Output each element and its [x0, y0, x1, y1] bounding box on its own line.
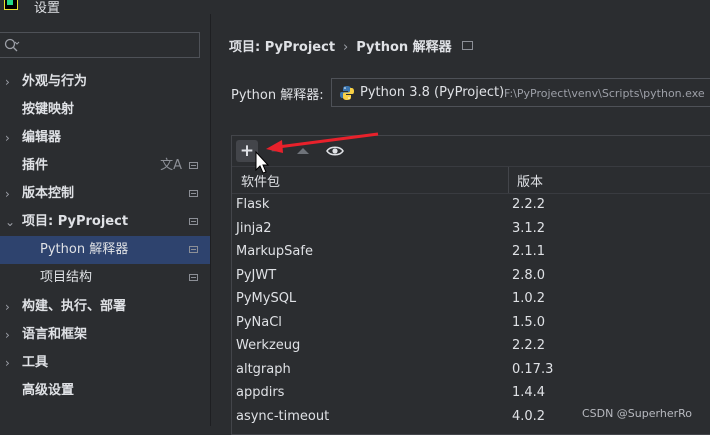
package-version: 0.17.3 — [512, 361, 554, 377]
table-row[interactable]: MarkupSafe 2.1.1 — [232, 241, 710, 265]
column-header-version[interactable]: 版本 — [517, 171, 543, 190]
sidebar-item-label: 按键映射 — [22, 102, 75, 117]
show-early-releases-button[interactable] — [324, 140, 346, 162]
package-version: 1.4.4 — [512, 385, 546, 400]
packages-toolbar: + − — [232, 136, 710, 166]
package-name: appdirs — [236, 385, 285, 400]
table-row[interactable]: PyNaCl 1.5.0 — [232, 312, 710, 336]
add-package-button[interactable]: + — [236, 140, 258, 162]
settings-sidebar: › 外观与行为 按键映射 › 编辑器 插件 文A › 版本控制 ⌄ 项目: Py… — [0, 14, 210, 426]
project-settings-icon — [189, 190, 198, 197]
eye-icon — [326, 146, 344, 156]
chevron-right-icon: › — [5, 300, 10, 314]
package-version: 1.5.0 — [512, 314, 546, 330]
breadcrumb-page: Python 解释器 — [356, 40, 452, 55]
sidebar-item-languages-frameworks[interactable]: › 语言和框架 — [0, 321, 210, 349]
interpreter-label: Python 解释器: — [231, 88, 324, 103]
sidebar-item-appearance[interactable]: › 外观与行为 — [0, 68, 210, 96]
package-version: 1.0.2 — [512, 291, 546, 306]
sidebar-item-label: 编辑器 — [22, 130, 62, 145]
project-settings-icon — [461, 41, 473, 50]
package-name: PyJWT — [236, 267, 277, 283]
packages-panel: + − 软件包 版本 Flask 2.2.2 Jinja2 3.1.2 Markup… — [231, 135, 710, 435]
chevron-right-icon: › — [5, 131, 10, 145]
sidebar-item-label: 项目结构 — [40, 270, 93, 285]
sidebar-item-plugins[interactable]: 插件 文A — [0, 152, 210, 180]
project-settings-icon — [189, 162, 198, 169]
project-settings-icon — [189, 274, 198, 281]
settings-content: 项目: PyProject › Python 解释器 Python 解释器: Pyt… — [211, 14, 710, 435]
title-bar: 设置 — [0, 0, 710, 16]
column-header-package[interactable]: 软件包 — [241, 171, 280, 190]
package-name: Flask — [236, 197, 270, 212]
sidebar-item-editor[interactable]: › 编辑器 — [0, 124, 210, 152]
sidebar-item-label: 工具 — [22, 355, 49, 370]
package-name: PyMySQL — [236, 291, 297, 306]
sidebar-item-project-structure[interactable]: 项目结构 — [0, 264, 210, 292]
sidebar-item-label: 项目: PyProject — [22, 214, 129, 229]
sidebar-item-build-execution-deployment[interactable]: › 构建、执行、部署 — [0, 293, 210, 321]
upgrade-package-button[interactable] — [292, 140, 314, 162]
triangle-up-icon — [297, 148, 309, 154]
interpreter-name: Python 3.8 (PyProject) — [360, 85, 505, 100]
table-row[interactable]: Werkzeug 2.2.2 — [232, 335, 710, 359]
table-row[interactable]: PyJWT 2.8.0 — [232, 265, 710, 289]
chevron-right-icon: › — [5, 75, 10, 89]
package-name: Werkzeug — [236, 338, 301, 353]
pycharm-app-icon — [4, 0, 18, 10]
chevron-down-icon: ⌄ — [5, 215, 16, 229]
table-row[interactable]: Flask 2.2.2 — [232, 194, 710, 218]
chevron-right-icon: › — [5, 328, 10, 342]
package-name: Jinja2 — [236, 220, 272, 236]
sidebar-item-version-control[interactable]: › 版本控制 — [0, 180, 210, 208]
package-version: 2.1.1 — [512, 244, 546, 259]
package-name: PyNaCl — [236, 314, 282, 330]
breadcrumb: 项目: PyProject › Python 解释器 — [229, 36, 473, 55]
package-name: altgraph — [236, 361, 291, 377]
sidebar-item-label: 插件 — [22, 158, 49, 173]
table-row[interactable]: altgraph 0.17.3 — [232, 359, 710, 383]
package-name: async-timeout — [236, 408, 330, 424]
project-settings-icon — [189, 218, 198, 225]
sidebar-item-keymap[interactable]: 按键映射 — [0, 96, 210, 124]
sidebar-item-tools[interactable]: › 工具 — [0, 349, 210, 377]
package-version: 2.2.2 — [512, 338, 546, 353]
settings-search-input[interactable] — [0, 32, 200, 58]
sidebar-item-advanced-settings[interactable]: 高级设置 — [0, 377, 210, 405]
breadcrumb-separator: › — [343, 40, 349, 55]
sidebar-item-label: 语言和框架 — [22, 327, 88, 342]
chevron-right-icon: › — [5, 187, 10, 201]
sidebar-item-label: 构建、执行、部署 — [22, 299, 127, 314]
package-version: 2.2.2 — [512, 197, 546, 212]
package-version: 4.0.2 — [512, 408, 546, 424]
translate-icon: 文A — [160, 158, 182, 173]
breadcrumb-project: 项目: PyProject — [229, 40, 336, 55]
sidebar-item-label: 高级设置 — [22, 383, 75, 398]
packages-table-header: 软件包 版本 — [232, 166, 710, 194]
interpreter-path: F:\PyProject\venv\Scripts\python.exe — [504, 87, 705, 100]
table-row[interactable]: appdirs 1.4.4 — [232, 382, 710, 406]
python-icon — [340, 86, 354, 100]
column-separator[interactable] — [508, 167, 509, 193]
sidebar-item-label: 外观与行为 — [22, 74, 88, 89]
table-row[interactable]: PyMySQL 1.0.2 — [232, 288, 710, 312]
sidebar-item-project[interactable]: ⌄ 项目: PyProject — [0, 208, 210, 236]
sidebar-item-label: Python 解释器 — [40, 242, 129, 257]
package-version: 2.8.0 — [512, 267, 546, 283]
watermark: CSDN @SuperherRo — [581, 407, 692, 420]
sidebar-item-python-interpreter[interactable]: Python 解释器 — [0, 236, 210, 264]
sidebar-item-label: 版本控制 — [22, 186, 75, 201]
table-row[interactable]: Jinja2 3.1.2 — [232, 218, 710, 242]
chevron-right-icon: › — [5, 356, 10, 370]
interpreter-select[interactable]: Python 3.8 (PyProject) F:\PyProject\venv… — [331, 78, 710, 107]
search-icon — [4, 38, 20, 52]
remove-package-button[interactable]: − — [266, 140, 288, 162]
package-version: 3.1.2 — [512, 220, 546, 236]
package-name: MarkupSafe — [236, 244, 313, 259]
project-settings-icon — [189, 246, 198, 253]
